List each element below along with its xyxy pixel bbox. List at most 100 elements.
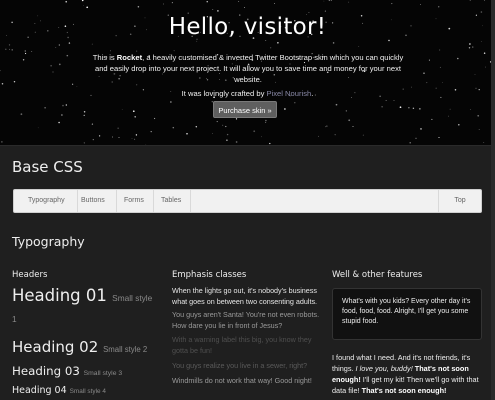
credit-suffix: . [311,89,314,98]
star [362,134,364,136]
star [20,113,23,116]
heading-01-small: Small style [112,293,153,303]
star [111,136,114,138]
star [91,43,93,45]
star [326,125,328,127]
subnav-top-link[interactable]: Top [438,190,481,212]
subnav-bar: Typography Buttons Forms Tables Top [13,189,482,213]
heading-04-small: Small style 4 [69,388,106,395]
star [409,141,411,144]
star [485,66,486,68]
well-column-title: Well & other features [332,270,423,280]
star [25,52,27,55]
star [415,137,417,139]
star [83,110,86,113]
star [323,0,325,2]
heading-03: Heading 03 Small style 3 [12,364,122,378]
subnav-item-typography[interactable]: Typography [28,190,65,212]
star [13,80,16,83]
subnav-divider [77,190,78,212]
star [65,1,67,3]
star [483,142,485,144]
intro-prefix: This is [92,53,117,62]
star [58,44,60,46]
star [412,107,415,110]
star [235,141,238,143]
star [438,136,440,139]
section-title-typography: Typography [12,234,85,249]
star [83,142,85,144]
feature-italic: I love you, buddy! [355,364,413,373]
star [388,39,390,42]
star [135,134,138,136]
star [216,121,218,123]
star [269,142,271,145]
star [1,82,4,85]
star [163,3,164,5]
star [381,106,383,108]
star [438,6,440,8]
star [5,48,7,51]
star [448,115,449,117]
page-scrollbar[interactable] [491,0,495,400]
star [277,42,279,44]
emphasis-error: You guys realize you live in a sewer, ri… [172,361,308,370]
subnav-item-forms[interactable]: Forms [124,190,144,212]
pixel-nourish-link[interactable]: Pixel Nourish [266,89,311,98]
star [83,114,85,117]
star [480,41,482,42]
star [31,51,33,53]
star [431,118,433,120]
star [132,110,135,113]
star [474,74,476,75]
star [270,47,272,49]
hero-intro: This is Rocket, a heavily customised & i… [92,52,404,85]
heading-02-text: Heading 02 [12,338,99,356]
star [265,119,267,122]
star [50,65,52,67]
star [426,82,428,84]
star [274,3,275,4]
star [480,11,483,13]
star [217,10,219,12]
star [150,130,152,133]
star [66,54,69,57]
star [134,138,136,140]
heading-03-text: Heading 03 [12,364,80,378]
star [265,121,267,123]
star [238,1,240,2]
star [484,0,485,2]
star [172,126,175,129]
star [222,124,224,126]
credit-prefix: It was lovingly crafted by [181,89,267,98]
star [226,133,229,136]
star [11,49,13,51]
star [420,128,422,130]
star [226,139,228,142]
well-box: What's with you kids? Every other day it… [332,288,482,340]
heading-03-small: Small style 3 [83,370,123,377]
star [55,47,57,48]
heading-04-text: Heading 04 [12,385,67,396]
star [0,70,1,72]
star [348,119,351,122]
star [145,144,147,145]
heading-01: Heading 01 Small style [12,286,152,305]
heading-01-text: Heading 01 [12,286,107,305]
subnav-item-buttons[interactable]: Buttons [81,190,105,212]
star [391,3,393,5]
star [91,123,94,125]
star [58,121,60,124]
star [1,141,3,143]
star [423,72,425,74]
star [86,6,89,9]
star [58,63,61,66]
star [65,104,67,106]
star [22,59,25,61]
subnav-item-tables[interactable]: Tables [161,190,181,212]
star [98,135,101,137]
purchase-skin-button[interactable]: Purchase skin » [213,101,277,118]
hero-credit: It was lovingly crafted by Pixel Nourish… [0,89,495,98]
star [449,108,451,110]
star [294,102,296,104]
